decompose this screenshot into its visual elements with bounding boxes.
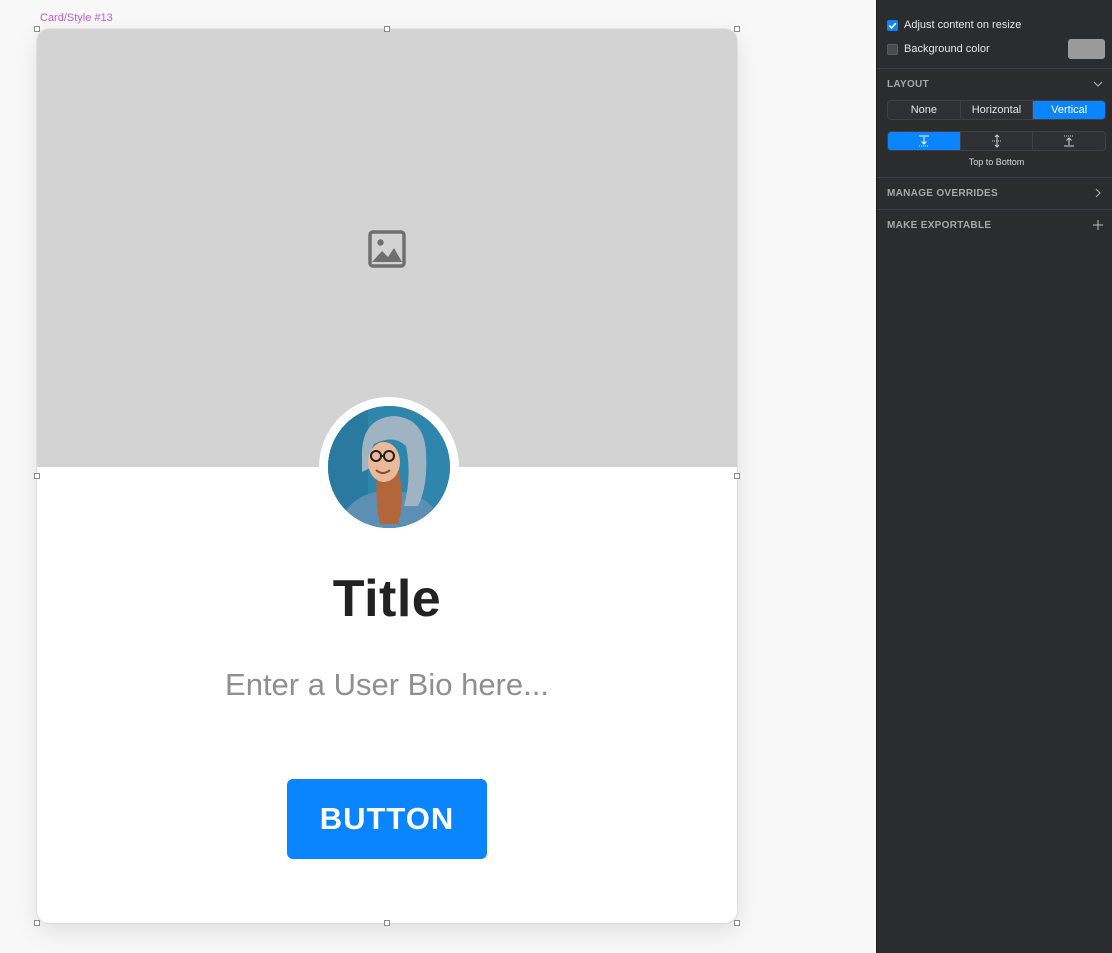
adjust-content-label: Adjust content on resize [904,19,1022,31]
resize-handle-top-right[interactable] [734,26,740,32]
design-canvas[interactable]: Card/Style #13 Title Enter a User Bio he… [0,0,876,953]
resize-handle-bottom-center[interactable] [384,920,390,926]
resize-handle-middle-right[interactable] [734,473,740,479]
resize-handle-bottom-left[interactable] [34,920,40,926]
plus-icon[interactable] [1093,220,1103,230]
direction-middle[interactable] [961,132,1034,150]
top-to-bottom-icon [918,135,929,147]
checkmark-icon [888,22,897,29]
layout-direction-label: Top to Bottom [968,157,1025,167]
image-placeholder-icon [368,230,406,268]
card-bio[interactable]: Enter a User Bio here... [37,667,737,703]
direction-top-to-bottom[interactable] [888,132,961,150]
layout-direction-segmented-control[interactable] [887,131,1106,151]
background-color-label: Background color [904,43,990,55]
make-exportable-title[interactable]: MAKE EXPORTABLE [887,220,991,231]
middle-icon [991,134,1002,148]
resize-handle-top-left[interactable] [34,26,40,32]
card-symbol[interactable]: Title Enter a User Bio here... BUTTON [37,29,737,923]
layout-mode-none[interactable]: None [888,101,961,119]
divider [877,68,1112,69]
artboard-label[interactable]: Card/Style #13 [40,12,113,24]
background-color-row[interactable]: Background color [887,40,990,58]
layout-mode-horizontal[interactable]: Horizontal [961,101,1034,119]
divider [877,209,1112,210]
adjust-content-row[interactable]: Adjust content on resize [887,16,1021,34]
inspector-panel: Adjust content on resize Background colo… [876,0,1112,953]
user-avatar-photo [328,406,450,528]
layout-mode-segmented-control[interactable]: None Horizontal Vertical [887,100,1106,120]
resize-handle-top-center[interactable] [384,26,390,32]
resize-handle-bottom-right[interactable] [734,920,740,926]
card-title[interactable]: Title [37,569,737,629]
manage-overrides-title[interactable]: MANAGE OVERRIDES [887,188,998,199]
bottom-to-top-icon [1064,135,1075,147]
background-color-swatch[interactable] [1068,39,1105,59]
adjust-content-checkbox[interactable] [887,19,898,31]
chevron-down-icon[interactable] [1093,79,1103,89]
chevron-right-icon[interactable] [1093,188,1103,198]
divider [877,177,1112,178]
direction-bottom-to-top[interactable] [1033,132,1105,150]
layout-section-title[interactable]: LAYOUT [887,79,929,90]
resize-handle-middle-left[interactable] [34,473,40,479]
layout-mode-vertical[interactable]: Vertical [1033,101,1105,119]
background-color-checkbox[interactable] [887,43,898,55]
avatar[interactable] [328,406,450,528]
card-button[interactable]: BUTTON [287,779,487,859]
